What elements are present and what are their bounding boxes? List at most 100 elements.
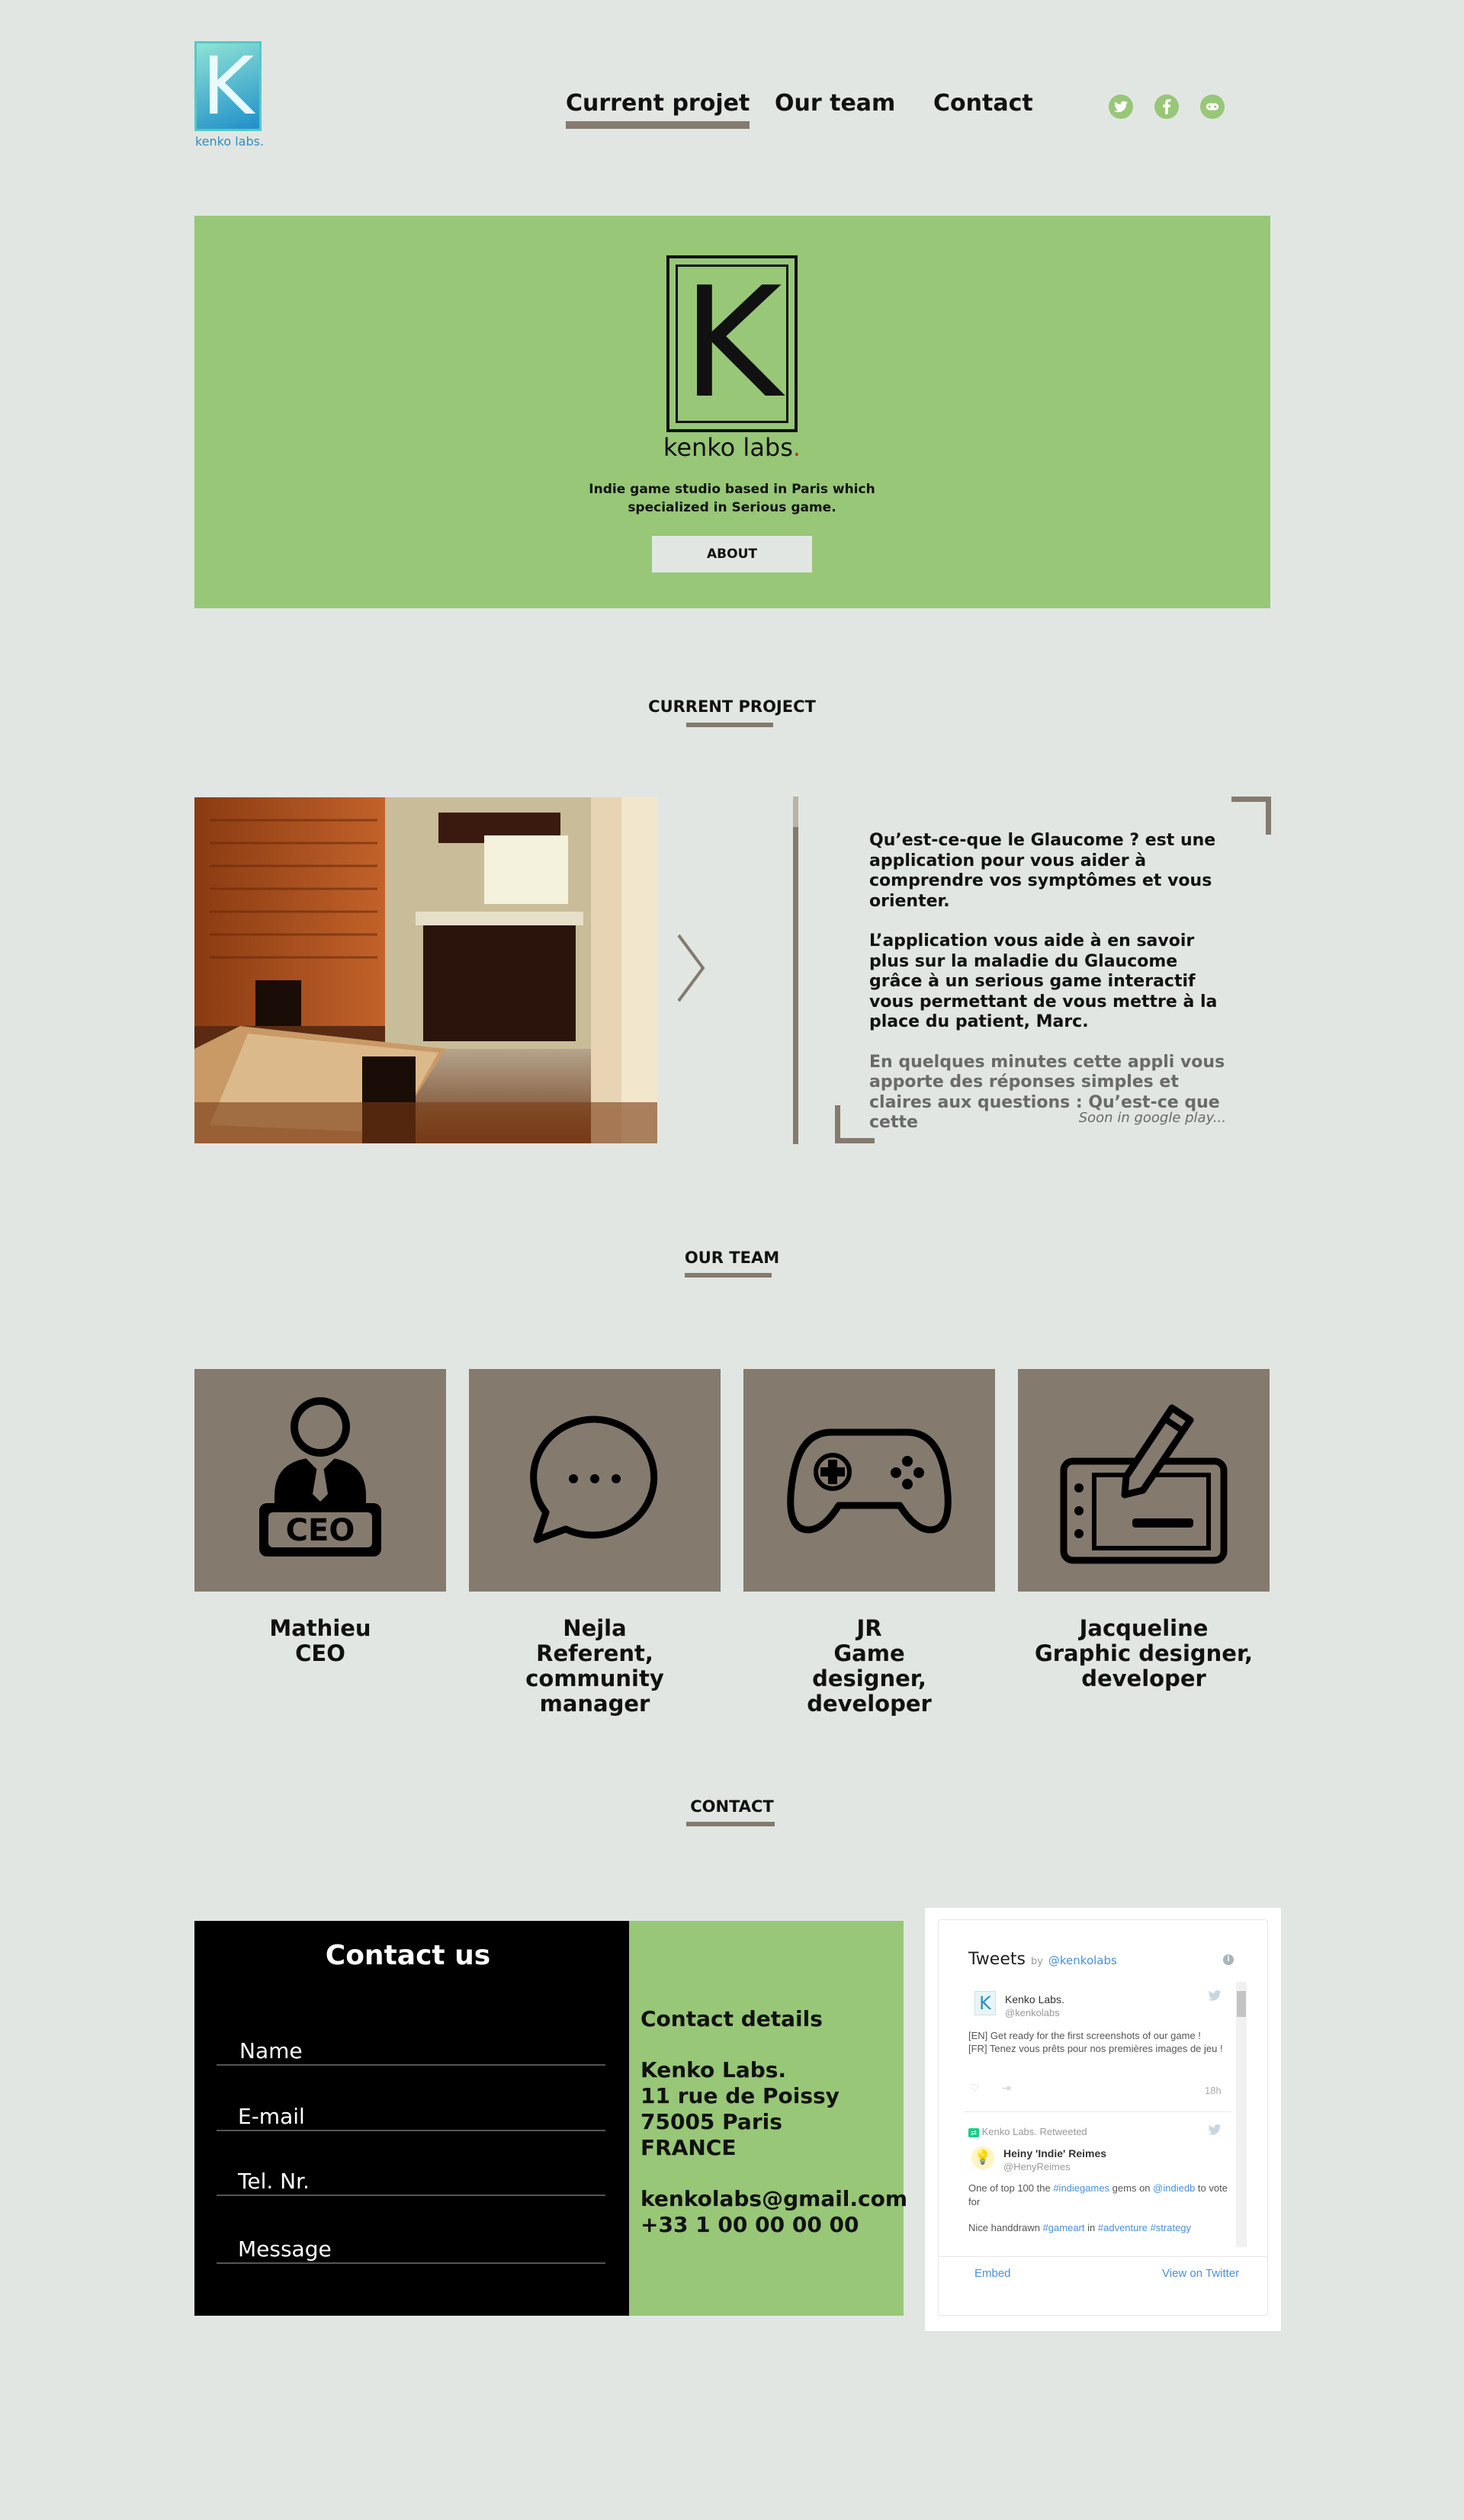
nav-contact[interactable]: Contact: [933, 90, 1033, 121]
retweet-label: ⇄ Kenko Labs. Retweeted: [968, 2125, 1087, 2139]
widget-footer-separator: [939, 2256, 1267, 2257]
tweet-2-author: Heiny 'Indie' Reimes @HenyReimes: [1003, 2146, 1225, 2174]
hashtag-gameart[interactable]: #gameart: [1043, 2222, 1085, 2233]
twitter-by: by: [1030, 1956, 1043, 1967]
team-card-mathieu: CEO: [194, 1369, 446, 1592]
view-on-twitter-link[interactable]: View on Twitter: [1162, 2267, 1239, 2280]
hashtag-adventure[interactable]: #adventure: [1098, 2222, 1148, 2233]
name-field[interactable]: Name: [217, 2038, 605, 2066]
email-field[interactable]: E-mail: [217, 2104, 605, 2131]
our-team-title: OUR TEAM: [684, 1249, 780, 1267]
twitter-title: Tweets: [968, 1950, 1026, 1969]
gamepad-icon: [787, 1428, 952, 1534]
member-role: Graphic designer, developer: [1034, 1640, 1254, 1691]
tweet-1-handle: @kenkolabs: [1005, 2007, 1060, 2018]
retweet-text: Kenko Labs. Retweeted: [981, 2126, 1087, 2137]
contact-details: Contact details Kenko Labs. 11 rue de Po…: [640, 2006, 907, 2238]
hero-logo-frame: K: [666, 255, 798, 432]
tweet-1-bird-icon: [1208, 1989, 1222, 2004]
contact-title: CONTACT: [690, 1797, 774, 1816]
member-role: Game designer, developer: [807, 1640, 932, 1717]
member-name: Jacqueline: [1079, 1615, 1209, 1641]
team-card-jr: [743, 1369, 995, 1592]
project-screenshot: [194, 797, 657, 1143]
timeline-scrollbar-thumb[interactable]: [1237, 1991, 1246, 2017]
tweet-1-share-icon[interactable]: ⇥: [1002, 2082, 1011, 2095]
facebook-icon[interactable]: [1154, 95, 1179, 119]
corner-top-right: [1231, 797, 1271, 835]
project-divider-highlight: [793, 797, 798, 827]
soon-google-play: Soon in google play...: [1078, 1110, 1226, 1126]
tweet-2-name[interactable]: Heiny 'Indie' Reimes: [1003, 2146, 1225, 2160]
kenko-labs-logo[interactable]: K kenko labs.: [194, 41, 265, 149]
about-button[interactable]: ABOUT: [652, 536, 812, 572]
hero-logo-letter: K: [682, 255, 782, 432]
speech-bubble-icon: [530, 1415, 658, 1544]
tweet-2-text-e: in: [1087, 2222, 1096, 2233]
logo-letter: K: [201, 40, 255, 133]
logo-mark: K: [194, 41, 262, 131]
contact-underline: [686, 1822, 775, 1826]
info-icon[interactable]: i: [1223, 1954, 1234, 1965]
member-name: Nejla: [563, 1615, 627, 1641]
team-member-jr: JR Game designer, developer: [743, 1616, 995, 1717]
team-card-jacqueline: [1018, 1369, 1270, 1592]
tweet-1-author: Kenko Labs. @kenkolabs: [1005, 1993, 1226, 2020]
hashtag-strategy[interactable]: #strategy: [1151, 2222, 1191, 2233]
embed-link[interactable]: Embed: [974, 2267, 1011, 2280]
gamepad-social-icon[interactable]: [1200, 95, 1225, 119]
nav-label-contact[interactable]: Contact: [933, 90, 1033, 121]
team-card-nejla: [469, 1369, 721, 1592]
project-paragraph-1: Qu’est-ce-que le Glaucome ? est une appl…: [869, 831, 1216, 911]
tweet-2-bird-icon: [1208, 2124, 1222, 2138]
address-line-2: 11 rue de Poissy: [640, 2083, 840, 2108]
team-member-jacqueline: Jacqueline Graphic designer, developer: [1018, 1616, 1270, 1691]
next-arrow-icon[interactable]: [676, 934, 706, 1005]
nav-label-current-project[interactable]: Current projet: [566, 90, 750, 129]
graphic-tablet-icon: [1060, 1404, 1228, 1564]
address-line-1: Kenko Labs.: [640, 2057, 787, 2082]
nav-label-our-team[interactable]: Our team: [775, 90, 895, 121]
tweet-2-text: One of top 100 the #indiegames gems on @…: [968, 2182, 1231, 2235]
message-field[interactable]: Message: [217, 2236, 605, 2264]
logo-text: kenko labs.: [194, 134, 265, 149]
current-project-underline: [686, 723, 773, 727]
tweet-1-name[interactable]: Kenko Labs.: [1005, 1993, 1226, 2006]
nav-our-team[interactable]: Our team: [775, 90, 895, 121]
mention-indiedb[interactable]: @indiedb: [1153, 2182, 1195, 2194]
tweet-2-handle: @HenyReimes: [1003, 2161, 1071, 2172]
timeline-clip: [939, 2246, 1247, 2256]
project-divider: [793, 797, 798, 1144]
tweet-2-text-a: One of top 100 the: [968, 2182, 1051, 2194]
tweet-1-like-icon[interactable]: ♡: [970, 2082, 980, 2095]
our-team-underline: [685, 1273, 772, 1278]
phone-field[interactable]: Tel. Nr.: [217, 2169, 605, 2196]
hashtag-indiegames[interactable]: #indiegames: [1053, 2182, 1109, 2194]
heiny-avatar[interactable]: 💡: [971, 2146, 994, 2169]
details-title: Contact details: [640, 2006, 823, 2031]
kenko-avatar[interactable]: K: [974, 1991, 996, 2015]
twitter-handle[interactable]: @kenkolabs: [1048, 1954, 1117, 1967]
member-role: CEO: [295, 1640, 345, 1666]
ceo-person-icon: CEO: [259, 1397, 381, 1557]
hero-logo-inner: K: [676, 265, 788, 423]
address-line-3: 75005 Paris: [640, 2109, 782, 2134]
tweet-1-text-fr: [FR] Tenez vous prêts pour nos premières…: [968, 2043, 1223, 2054]
tweet-1-text: [EN] Get ready for the first screenshots…: [968, 2029, 1228, 2055]
tweet-2-text-b: gems on: [1112, 2182, 1151, 2194]
contact-form-title: Contact us: [325, 1940, 491, 1971]
current-project-title: CURRENT PROJECT: [648, 697, 816, 716]
member-role: Referent, community manager: [525, 1640, 664, 1717]
member-name: JR: [856, 1615, 882, 1641]
tweet-1-time[interactable]: 18h: [1205, 2084, 1222, 2098]
team-member-mathieu: Mathieu CEO: [194, 1616, 446, 1666]
contact-email[interactable]: kenkolabs@gmail.com: [640, 2186, 907, 2212]
project-paragraph-2: L’application vous aide à en savoir plus…: [869, 931, 1218, 1031]
nav-current-project[interactable]: Current projet: [566, 90, 750, 129]
address-line-4: FRANCE: [640, 2135, 737, 2160]
timeline-scrollbar[interactable]: [1236, 1982, 1247, 2247]
twitter-icon[interactable]: [1109, 95, 1133, 119]
twitter-header: Tweets by @kenkolabs: [968, 1950, 1117, 1969]
contact-phone: +33 1 00 00 00 00: [640, 2212, 859, 2237]
member-name: Mathieu: [269, 1615, 371, 1641]
